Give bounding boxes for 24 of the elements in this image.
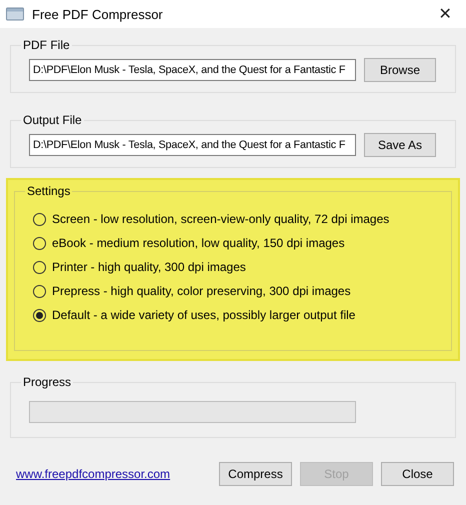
group-label: Progress — [22, 375, 72, 389]
option-label[interactable]: Default - a wide variety of uses, possibly larger output file — [52, 308, 356, 322]
window-title: Free PDF Compressor — [32, 6, 164, 22]
save-as-button[interactable]: Save As — [364, 133, 436, 157]
option-label[interactable]: Prepress - high quality, color preserving, 300 dpi images — [52, 284, 351, 298]
file-path-field[interactable]: D:\PDF\Elon Musk - Tesla, SpaceX, and the Quest for a Fantastic F — [29, 59, 356, 81]
option-label[interactable]: eBook - medium resolution, low quality, 150 dpi images — [52, 236, 345, 250]
website-link[interactable]: www.freepdfcompressor.com — [16, 467, 219, 481]
radio-button[interactable] — [33, 260, 46, 274]
radio-button[interactable] — [33, 236, 46, 250]
window-icon — [6, 7, 24, 21]
option-label[interactable]: Printer - high quality, 300 dpi images — [52, 260, 246, 274]
radio-button[interactable] — [33, 308, 46, 322]
radio-button[interactable] — [33, 212, 46, 226]
group-label: Settings — [26, 184, 72, 198]
browse-button[interactable]: Browse — [364, 58, 436, 82]
footer-button[interactable]: Close — [381, 462, 454, 486]
group-label: Output File — [22, 113, 83, 127]
footer-button[interactable]: Compress — [219, 462, 292, 486]
group-label: PDF File — [22, 38, 71, 52]
radio-button[interactable] — [33, 284, 46, 298]
option-label[interactable]: Screen - low resolution, screen-view-only quality, 72 dpi images — [52, 212, 390, 226]
close-button[interactable]: ✕ — [430, 4, 460, 24]
file-path-field[interactable]: D:\PDF\Elon Musk - Tesla, SpaceX, and the Quest for a Fantastic F — [29, 134, 356, 156]
